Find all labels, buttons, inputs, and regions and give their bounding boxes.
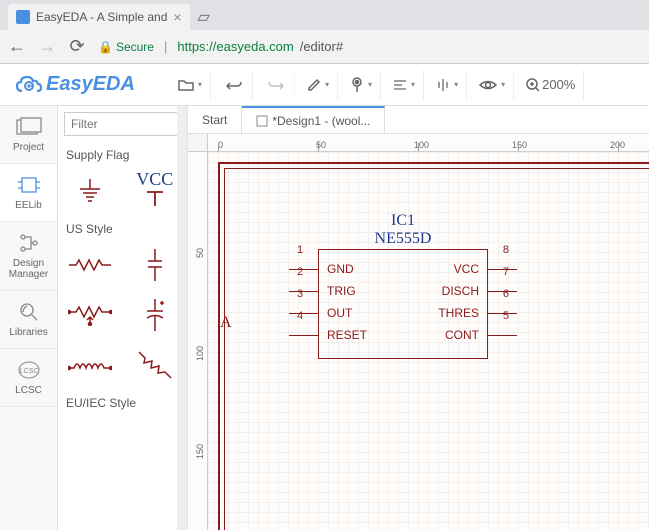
canvas-wrap: 0 50 100 150 200 50 100 150 A IC1 NE555D (188, 134, 649, 530)
component-gnd[interactable] (58, 166, 123, 216)
libraries-icon (16, 301, 42, 323)
lcsc-icon: LCSC (16, 359, 42, 381)
component-potentiometer[interactable] (58, 290, 123, 340)
tab-label: Start (202, 113, 227, 127)
rail-item-design-manager[interactable]: Design Manager (0, 222, 57, 291)
pencil-menu[interactable]: ▾ (299, 70, 338, 100)
tab-start[interactable]: Start (188, 106, 242, 133)
rail-label: LCSC (15, 385, 42, 396)
rail-item-eelib[interactable]: EELib (0, 164, 57, 222)
zoom-level: 200% (542, 77, 575, 92)
rail-label: EELib (15, 200, 42, 211)
eelib-icon (16, 174, 42, 196)
main-area: Project EELib Design Manager Libraries L… (0, 106, 649, 530)
scrollbar[interactable] (177, 106, 187, 530)
toolbar: ▾ ▾ ▾ ▾ ▾ ▾ 200% (170, 70, 584, 100)
address-bar: ← → ⟳ 🔒 Secure | https://easyeda.com/edi… (0, 30, 649, 64)
url-path: /editor# (300, 39, 343, 54)
chevron-down-icon: ▾ (501, 80, 505, 89)
ic-ne555[interactable]: IC1 NE555D 1GND 8VCC 2TRIG 7DISCH 3OUT (318, 212, 488, 359)
tab-design1[interactable]: *Design1 - (wool... (242, 106, 385, 133)
ruler-vertical: 50 100 150 (188, 152, 208, 530)
component-resistor[interactable] (58, 240, 123, 290)
ic-body: 1GND 8VCC 2TRIG 7DISCH 3OUT 6THRES 4RE (318, 249, 488, 359)
chevron-down-icon: ▾ (411, 80, 415, 89)
back-button[interactable]: ← (8, 38, 26, 56)
url-field[interactable]: 🔒 Secure | https://easyeda.com/editor# (98, 39, 641, 54)
security-label: Secure (116, 40, 154, 54)
undo-button[interactable] (215, 70, 253, 100)
url-host: https://easyeda.com (177, 39, 293, 54)
rail-label: Project (13, 142, 44, 153)
chevron-down-icon: ▾ (198, 80, 202, 89)
pin-menu[interactable]: ▾ (342, 70, 381, 100)
reload-button[interactable]: ⟳ (68, 38, 86, 56)
tab-title: EasyEDA - A Simple and (36, 10, 167, 24)
project-icon (16, 116, 42, 138)
folder-menu[interactable]: ▾ (170, 70, 211, 100)
lock-icon: 🔒 Secure (98, 40, 154, 54)
favicon (16, 10, 30, 24)
document-tabs: Start *Design1 - (wool... (188, 106, 649, 134)
app-header: EasyEDA ▾ ▾ ▾ ▾ ▾ ▾ 200% (0, 64, 649, 106)
section-eu-style: EU/IEC Style (58, 390, 187, 414)
chevron-down-icon: ▾ (368, 80, 372, 89)
chevron-down-icon: ▾ (454, 80, 458, 89)
vcc-label: VCC (136, 169, 173, 190)
component-inductor[interactable] (58, 340, 123, 390)
redo-button[interactable] (257, 70, 295, 100)
visibility-menu[interactable]: ▾ (471, 70, 514, 100)
tab-label: *Design1 - (wool... (272, 114, 370, 128)
rail-item-lcsc[interactable]: LCSC LCSC (0, 349, 57, 407)
align-menu[interactable]: ▾ (385, 70, 424, 100)
section-us-style: US Style (58, 216, 187, 240)
browser-tab[interactable]: EasyEDA - A Simple and × (8, 4, 190, 30)
forward-button[interactable]: → (38, 38, 56, 56)
ruler-corner (188, 134, 208, 152)
schematic-icon (256, 115, 268, 127)
ic-ref: IC1 (318, 212, 488, 230)
filter-input[interactable] (64, 112, 181, 136)
ic-value: NE555D (318, 230, 488, 248)
rail-item-project[interactable]: Project (0, 106, 57, 164)
distribute-menu[interactable]: ▾ (428, 70, 467, 100)
canvas-area: Start *Design1 - (wool... 0 50 100 150 2… (188, 106, 649, 530)
logo[interactable]: EasyEDA (0, 73, 170, 96)
section-supply-flag: Supply Flag (58, 142, 187, 166)
left-rail: Project EELib Design Manager Libraries L… (0, 106, 58, 530)
canvas[interactable]: A IC1 NE555D 1GND 8VCC 2TRIG 7DISCH (208, 152, 649, 530)
side-panel: Supply Flag VCC US Style EU/IEC Style (58, 106, 188, 530)
logo-text: EasyEDA (46, 73, 135, 96)
browser-tab-strip: EasyEDA - A Simple and × ▱ (0, 0, 649, 30)
design-manager-icon (16, 232, 42, 254)
zoom-menu[interactable]: 200% (518, 70, 584, 100)
rail-label: Libraries (9, 327, 47, 338)
close-tab-icon[interactable]: × (173, 9, 181, 25)
rail-label: Design Manager (4, 258, 53, 280)
svg-text:LCSC: LCSC (19, 368, 39, 375)
ruler-horizontal: 0 50 100 150 200 (208, 134, 649, 152)
chevron-down-icon: ▾ (325, 80, 329, 89)
cloud-icon (16, 75, 42, 95)
rail-item-libraries[interactable]: Libraries (0, 291, 57, 349)
new-tab-button[interactable]: ▱ (194, 7, 214, 27)
